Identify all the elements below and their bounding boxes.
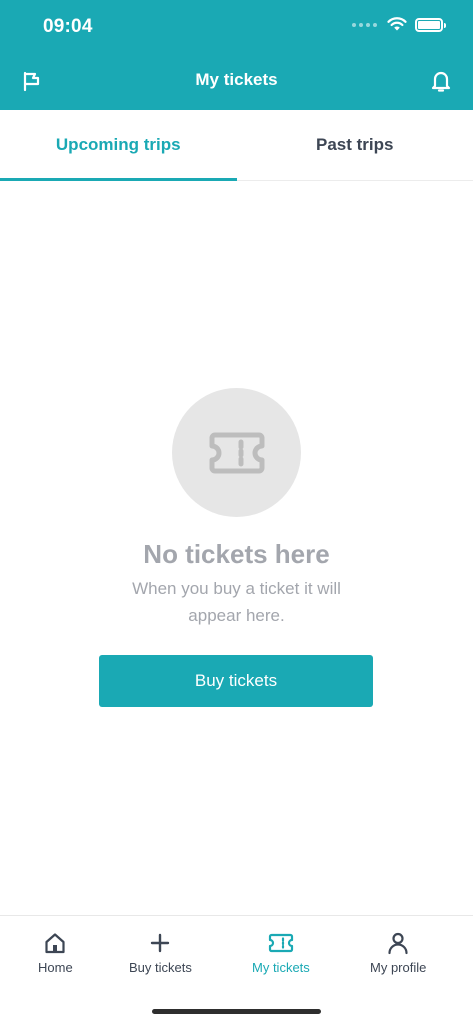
nav-item-my-profile[interactable]: My profile <box>370 930 426 975</box>
nav-label-home: Home <box>38 960 73 975</box>
home-indicator[interactable] <box>152 1009 321 1014</box>
status-time: 09:04 <box>43 16 93 37</box>
nav-item-home[interactable]: Home <box>38 930 73 975</box>
plus-icon <box>147 930 173 956</box>
status-icons <box>352 17 446 32</box>
bell-icon[interactable] <box>429 69 453 93</box>
tab-upcoming-trips[interactable]: Upcoming trips <box>0 110 237 181</box>
empty-state-illustration <box>172 388 301 517</box>
tab-past-trips[interactable]: Past trips <box>237 110 473 180</box>
nav-item-buy-tickets[interactable]: Buy tickets <box>129 930 192 975</box>
user-icon <box>385 930 411 956</box>
page-title: My tickets <box>195 70 278 89</box>
bottom-nav: Home Buy tickets My tickets My profile <box>0 915 473 1024</box>
ticket-icon <box>209 432 264 473</box>
ticket-icon <box>268 930 294 956</box>
nav-item-my-tickets[interactable]: My tickets <box>252 930 310 975</box>
nav-label-my-tickets: My tickets <box>252 960 310 975</box>
trip-tabs: Upcoming trips Past trips <box>0 110 473 181</box>
empty-state-title: No tickets here <box>143 539 330 569</box>
empty-state-description: When you buy a ticket it will appear her… <box>132 579 341 625</box>
header: 09:04 My tickets <box>0 0 473 110</box>
nav-label-my-profile: My profile <box>370 960 427 975</box>
buy-tickets-button[interactable]: Buy tickets <box>99 655 373 707</box>
home-icon <box>42 930 68 956</box>
wifi-icon <box>387 17 407 31</box>
signal-icon <box>352 22 377 27</box>
battery-icon <box>415 17 446 32</box>
nav-label-buy-tickets: Buy tickets <box>129 960 192 975</box>
app-screen: 09:04 My tickets Upcoming trips Past tri… <box>0 0 473 1024</box>
